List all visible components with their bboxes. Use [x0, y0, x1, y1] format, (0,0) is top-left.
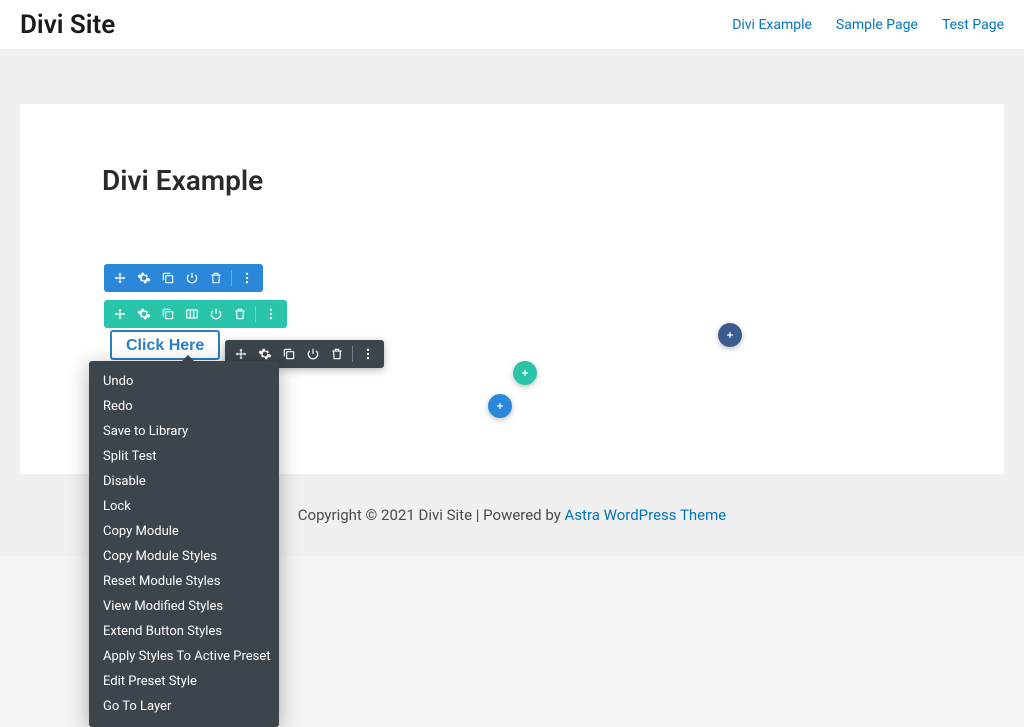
divider: [255, 306, 256, 322]
menu-item-save-library[interactable]: Save to Library: [89, 419, 279, 444]
row-toolbar: [104, 300, 287, 328]
trash-icon[interactable]: [327, 344, 347, 364]
power-icon[interactable]: [182, 268, 202, 288]
primary-nav: Divi Example Sample Page Test Page: [732, 17, 1004, 33]
menu-item-disable[interactable]: Disable: [89, 469, 279, 494]
duplicate-icon[interactable]: [279, 344, 299, 364]
move-icon[interactable]: [110, 268, 130, 288]
duplicate-icon[interactable]: [158, 304, 178, 324]
site-header: Divi Site Divi Example Sample Page Test …: [0, 0, 1024, 50]
more-icon[interactable]: [358, 344, 378, 364]
nav-link-test-page[interactable]: Test Page: [942, 17, 1004, 33]
page-body: Divi Example Click Here Und: [0, 50, 1024, 474]
power-icon[interactable]: [303, 344, 323, 364]
menu-item-reset-styles[interactable]: Reset Module Styles: [89, 569, 279, 594]
divider: [231, 270, 232, 286]
page-title: Divi Example: [102, 164, 922, 197]
section-toolbar: [104, 264, 263, 292]
nav-link-sample-page[interactable]: Sample Page: [836, 17, 918, 33]
duplicate-icon[interactable]: [158, 268, 178, 288]
add-row-button[interactable]: [513, 361, 537, 385]
gear-icon[interactable]: [134, 304, 154, 324]
footer-link[interactable]: Astra WordPress Theme: [565, 506, 727, 524]
columns-icon[interactable]: [182, 304, 202, 324]
divider: [352, 346, 353, 362]
menu-item-copy-module[interactable]: Copy Module: [89, 519, 279, 544]
menu-item-lock[interactable]: Lock: [89, 494, 279, 519]
menu-item-go-to-layer[interactable]: Go To Layer: [89, 694, 279, 719]
more-icon[interactable]: [237, 268, 257, 288]
menu-item-view-modified[interactable]: View Modified Styles: [89, 594, 279, 619]
site-title: Divi Site: [20, 10, 115, 40]
menu-item-extend-styles[interactable]: Extend Button Styles: [89, 619, 279, 644]
trash-icon[interactable]: [206, 268, 226, 288]
menu-item-undo[interactable]: Undo: [89, 369, 279, 394]
menu-item-copy-styles[interactable]: Copy Module Styles: [89, 544, 279, 569]
menu-item-apply-preset[interactable]: Apply Styles To Active Preset: [89, 644, 279, 669]
add-section-button[interactable]: [718, 323, 742, 347]
footer-text: Copyright © 2021 Divi Site | Powered by: [298, 506, 565, 524]
power-icon[interactable]: [206, 304, 226, 324]
nav-link-divi-example[interactable]: Divi Example: [732, 17, 812, 33]
more-icon[interactable]: [261, 304, 281, 324]
trash-icon[interactable]: [230, 304, 250, 324]
move-icon[interactable]: [110, 304, 130, 324]
click-here-button[interactable]: Click Here: [110, 330, 220, 360]
add-module-button[interactable]: [488, 394, 512, 418]
menu-item-split-test[interactable]: Split Test: [89, 444, 279, 469]
context-menu: Undo Redo Save to Library Split Test Dis…: [89, 361, 279, 727]
gear-icon[interactable]: [134, 268, 154, 288]
menu-item-redo[interactable]: Redo: [89, 394, 279, 419]
